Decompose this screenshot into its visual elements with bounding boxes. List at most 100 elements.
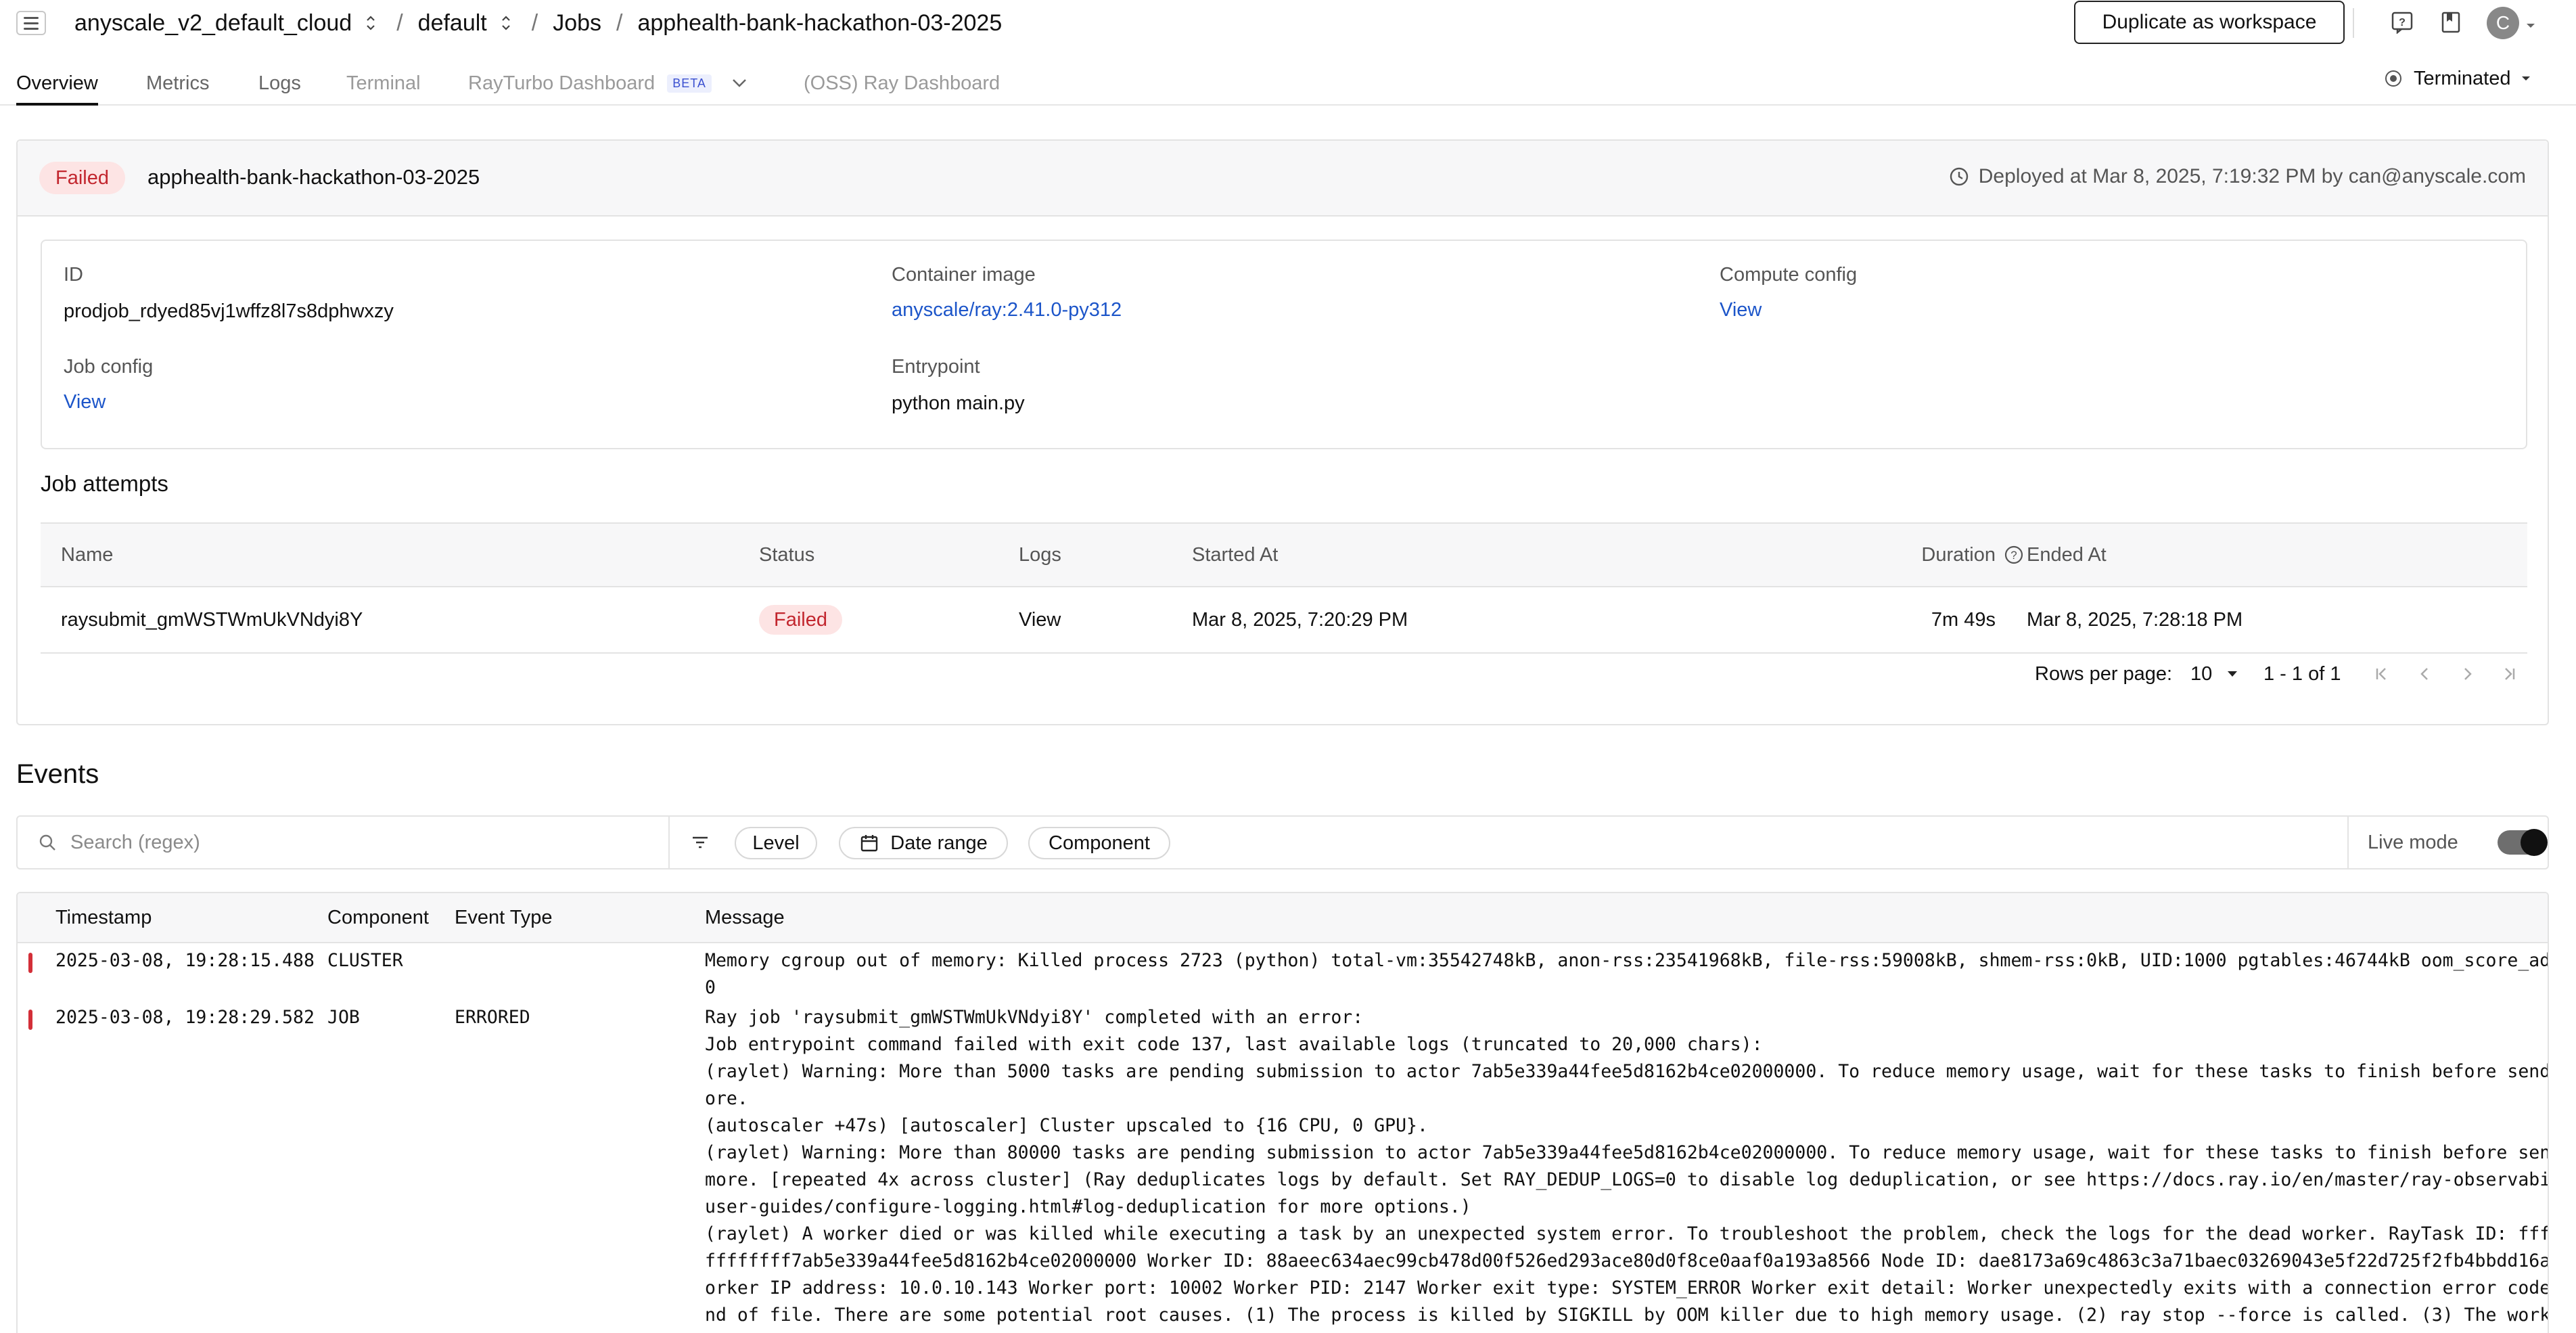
column-header-ended-at: Ended At bbox=[2027, 543, 2107, 566]
message-line: nd of file. There are some potential roo… bbox=[705, 1305, 2549, 1326]
job-attempts-title: Job attempts bbox=[41, 471, 168, 496]
tab-metrics[interactable]: Metrics bbox=[146, 62, 209, 104]
message-line: Job entrypoint command failed with exit … bbox=[705, 1034, 1763, 1055]
message-line: user-guides/configure-logging.html#log-d… bbox=[705, 1196, 1471, 1217]
live-mode-toggle[interactable] bbox=[2498, 829, 2548, 856]
table-row[interactable]: 2025-03-08, 19:28:15.488 CLUSTER Memory … bbox=[18, 947, 2548, 1004]
tab-terminal[interactable]: Terminal bbox=[346, 62, 421, 104]
rows-per-page-label: Rows per page: bbox=[2035, 662, 2173, 685]
error-level-indicator bbox=[28, 1010, 32, 1030]
error-level-indicator bbox=[28, 953, 32, 973]
job-summary-card: Failed apphealth-bank-hackathon-03-2025 … bbox=[16, 139, 2549, 725]
component-filter-chip[interactable]: Component bbox=[1028, 827, 1170, 859]
event-component: CLUSTER bbox=[327, 950, 403, 971]
cloud-selector[interactable]: anyscale_v2_default_cloud bbox=[74, 10, 382, 37]
compute-config-label: Compute config bbox=[1720, 264, 1858, 286]
job-state-label: Terminated bbox=[2414, 67, 2511, 89]
event-type: ERRORED bbox=[455, 1007, 530, 1028]
job-config-link[interactable]: View bbox=[64, 391, 106, 413]
job-header: Failed apphealth-bank-hackathon-03-2025 … bbox=[18, 141, 2548, 217]
job-title: apphealth-bank-hackathon-03-2025 bbox=[147, 165, 480, 189]
duplicate-as-workspace-button[interactable]: Duplicate as workspace bbox=[2074, 1, 2345, 44]
event-message: Ray job 'raysubmit_gmWSTWmUkVNdyi8Y' com… bbox=[705, 1004, 2549, 1329]
column-header-status: Status bbox=[759, 543, 815, 566]
live-mode-label: Live mode bbox=[2368, 831, 2458, 853]
filter-icon[interactable] bbox=[690, 833, 710, 852]
deployed-text: Deployed at Mar 8, 2025, 7:19:32 PM by c… bbox=[1978, 165, 2526, 187]
tab-label: RayTurbo Dashboard bbox=[468, 72, 656, 94]
tab-label: Metrics bbox=[146, 72, 210, 94]
chevron-updown-icon[interactable] bbox=[501, 14, 511, 32]
message-line: (raylet) A worker died or was killed whi… bbox=[705, 1223, 2549, 1244]
chevron-down-icon bbox=[2522, 76, 2531, 81]
menu-icon[interactable] bbox=[16, 11, 46, 35]
tab-rayturbo-dashboard[interactable]: RayTurbo Dashboard BETA bbox=[468, 62, 747, 104]
status-badge: Failed bbox=[759, 605, 842, 635]
column-header-duration: Duration ? bbox=[1875, 524, 2024, 586]
container-image-link[interactable]: anyscale/ray:2.41.0-py312 bbox=[892, 299, 1122, 321]
search-icon bbox=[39, 834, 55, 851]
date-range-filter-chip[interactable]: Date range bbox=[839, 827, 1008, 859]
last-page-icon[interactable] bbox=[2500, 654, 2519, 694]
job-state-dropdown[interactable]: Terminated bbox=[2385, 65, 2531, 92]
help-circle-icon[interactable]: ? bbox=[2004, 545, 2024, 565]
tab-overview[interactable]: Overview bbox=[16, 62, 98, 106]
job-attempts-table: Name Status Logs Started At Duration ? E… bbox=[41, 522, 2527, 654]
tab-logs[interactable]: Logs bbox=[258, 62, 301, 104]
svg-text:?: ? bbox=[2399, 17, 2406, 28]
breadcrumb-separator: / bbox=[396, 9, 403, 36]
events-table: Timestamp Component Event Type Message 2… bbox=[16, 892, 2549, 1333]
breadcrumb-cloud[interactable]: anyscale_v2_default_cloud bbox=[74, 10, 352, 37]
first-page-icon[interactable] bbox=[2372, 654, 2391, 694]
tab-oss-ray-dashboard[interactable]: (OSS) Ray Dashboard bbox=[804, 62, 1000, 104]
breadcrumb-jobs[interactable]: Jobs bbox=[553, 10, 601, 37]
tab-label: (OSS) Ray Dashboard bbox=[804, 72, 1001, 94]
calendar-icon bbox=[861, 835, 878, 852]
rows-per-page-select[interactable]: 10 bbox=[2190, 654, 2238, 694]
help-chat-icon[interactable]: ? bbox=[2389, 9, 2415, 35]
events-filter-bar: Level Date range Component Live mode bbox=[16, 815, 2549, 869]
chevron-down-icon[interactable] bbox=[732, 78, 747, 88]
message-line: (raylet) Warning: More than 5000 tasks a… bbox=[705, 1061, 2549, 1082]
deployed-info: Deployed at Mar 8, 2025, 7:19:32 PM by c… bbox=[1949, 165, 2526, 188]
table-header: Name Status Logs Started At Duration ? E… bbox=[41, 522, 2527, 587]
compute-config-link[interactable]: View bbox=[1720, 299, 1762, 321]
attempt-logs-link[interactable]: View bbox=[1019, 587, 1061, 652]
project-selector[interactable]: default bbox=[418, 10, 517, 37]
chevron-down-icon[interactable] bbox=[2526, 20, 2535, 32]
breadcrumb-project[interactable]: default bbox=[418, 10, 487, 37]
header-divider bbox=[2353, 8, 2354, 38]
events-title: Events bbox=[16, 759, 99, 789]
event-component: JOB bbox=[327, 1007, 360, 1028]
search-box bbox=[18, 817, 670, 868]
next-page-icon[interactable] bbox=[2458, 654, 2477, 694]
job-details: ID prodjob_rdyed85vj1wffz8l7s8dphwxzy Co… bbox=[41, 240, 2527, 449]
live-mode: Live mode bbox=[2347, 817, 2550, 868]
clock-icon bbox=[1950, 167, 1968, 186]
attempt-name: raysubmit_gmWSTWmUkVNdyi8Y bbox=[61, 608, 363, 631]
duration-header-label: Duration bbox=[1921, 543, 1996, 566]
message-line: 0 bbox=[705, 977, 716, 998]
column-header-event-type: Event Type bbox=[455, 906, 553, 928]
chip-label: Component bbox=[1049, 832, 1150, 854]
table-row[interactable]: 2025-03-08, 19:28:29.582 JOB ERRORED Ray… bbox=[18, 1004, 2548, 1333]
beta-badge: BETA bbox=[667, 74, 712, 93]
chevron-updown-icon[interactable] bbox=[365, 14, 376, 32]
message-line: orker IP address: 10.0.10.143 Worker por… bbox=[705, 1278, 2549, 1298]
message-line: (autoscaler +47s) [autoscaler] Cluster u… bbox=[705, 1115, 1428, 1136]
column-header-name: Name bbox=[61, 543, 114, 566]
level-filter-chip[interactable]: Level bbox=[735, 827, 817, 859]
top-bar: anyscale_v2_default_cloud / default / Jo… bbox=[0, 0, 2576, 46]
column-header-component: Component bbox=[327, 906, 429, 928]
event-timestamp: 2025-03-08, 19:28:29.582 bbox=[55, 1007, 315, 1028]
avatar[interactable]: C bbox=[2487, 7, 2519, 39]
breadcrumb-separator: / bbox=[616, 9, 623, 36]
rows-per-page-value: 10 bbox=[2190, 662, 2213, 685]
entrypoint-value: python main.py bbox=[892, 392, 1025, 414]
previous-page-icon[interactable] bbox=[2415, 654, 2434, 694]
docs-book-icon[interactable] bbox=[2438, 9, 2464, 35]
column-header-message: Message bbox=[705, 906, 785, 928]
job-config-label: Job config bbox=[64, 356, 154, 378]
table-row[interactable]: raysubmit_gmWSTWmUkVNdyi8Y Failed View M… bbox=[41, 587, 2527, 654]
search-input[interactable] bbox=[70, 831, 652, 854]
